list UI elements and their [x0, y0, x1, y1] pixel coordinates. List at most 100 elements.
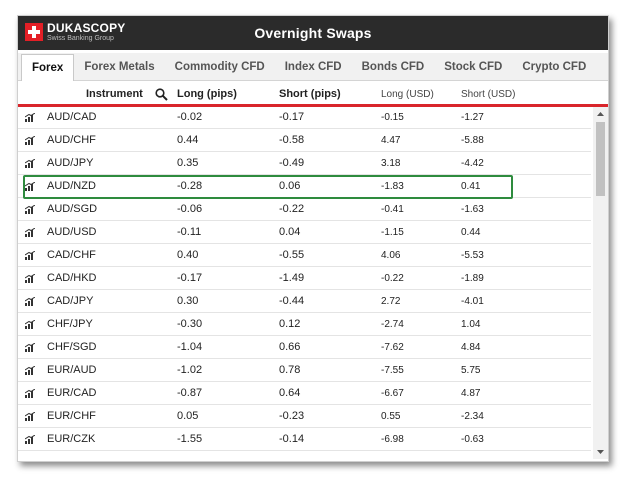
long-usd-cell: -1.83	[381, 181, 404, 192]
short-pips-cell: -1.49	[279, 272, 305, 284]
table-row[interactable]: EUR/AUD -1.02 0.78 -7.55 5.75	[18, 359, 591, 382]
chart-icon[interactable]	[25, 251, 35, 260]
column-short-pips[interactable]: Short (pips)	[279, 88, 341, 100]
brand-name: DUKASCOPY	[47, 21, 126, 35]
column-long-pips[interactable]: Long (pips)	[177, 88, 237, 100]
instrument-cell: AUD/JPY	[47, 157, 94, 169]
chart-icon[interactable]	[25, 113, 35, 122]
chart-icon[interactable]	[25, 412, 35, 421]
instrument-cell: EUR/CAD	[47, 387, 97, 399]
long-pips-cell: -0.87	[177, 387, 203, 399]
long-usd-cell: -0.41	[381, 204, 404, 215]
short-pips-cell: 0.78	[279, 364, 301, 376]
column-short-usd[interactable]: Short (USD)	[461, 89, 515, 100]
short-usd-cell: 0.41	[461, 181, 481, 192]
tab-stock-cfd[interactable]: Stock CFD	[434, 54, 512, 80]
short-usd-cell: 4.84	[461, 342, 481, 353]
chart-icon[interactable]	[25, 182, 35, 191]
chart-icon[interactable]	[25, 435, 35, 444]
tab-commodity-cfd[interactable]: Commodity CFD	[165, 54, 275, 80]
short-pips-cell: -0.49	[279, 157, 305, 169]
long-pips-cell: -0.06	[177, 203, 203, 215]
instrument-cell: CAD/JPY	[47, 295, 94, 307]
tab-forex[interactable]: Forex	[21, 54, 75, 81]
long-usd-cell: -2.74	[381, 319, 404, 330]
chart-icon[interactable]	[25, 274, 35, 283]
table-header: Instrument Long (pips) Short (pips) Long…	[18, 81, 608, 107]
short-usd-cell: -1.89	[461, 273, 484, 284]
instrument-cell: CHF/JPY	[47, 318, 93, 330]
table-row[interactable]: AUD/USD -0.11 0.04 -1.15 0.44	[18, 221, 591, 244]
vertical-scrollbar[interactable]	[593, 107, 608, 459]
table-row[interactable]: CAD/CHF 0.40 -0.55 4.06 -5.53	[18, 244, 591, 267]
instrument-cell: AUD/NZD	[47, 180, 96, 192]
short-pips-cell: 0.12	[279, 318, 301, 330]
scroll-down-arrow-icon[interactable]	[593, 446, 608, 458]
table-row[interactable]: CAD/HKD -0.17 -1.49 -0.22 -1.89	[18, 267, 591, 290]
chart-icon[interactable]	[25, 159, 35, 168]
short-pips-cell: -0.22	[279, 203, 305, 215]
chart-icon[interactable]	[25, 136, 35, 145]
instrument-cell: CAD/CHF	[47, 249, 96, 261]
chart-icon[interactable]	[25, 366, 35, 375]
short-usd-cell: -5.88	[461, 135, 484, 146]
instrument-cell: EUR/CHF	[47, 410, 96, 422]
chart-icon[interactable]	[25, 343, 35, 352]
scrollbar-thumb[interactable]	[596, 122, 605, 196]
short-usd-cell: 4.87	[461, 388, 481, 399]
short-usd-cell: -5.53	[461, 250, 484, 261]
short-pips-cell: 0.06	[279, 180, 301, 192]
table-row[interactable]: CHF/SGD -1.04 0.66 -7.62 4.84	[18, 336, 591, 359]
long-pips-cell: -0.30	[177, 318, 203, 330]
brand-subtitle: Swiss Banking Group	[47, 35, 114, 42]
instrument-cell: AUD/CAD	[47, 111, 97, 123]
long-usd-cell: -6.98	[381, 434, 404, 445]
tab-crypto-cfd[interactable]: Crypto CFD	[512, 54, 596, 80]
title-bar: DUKASCOPY Swiss Banking Group Overnight …	[18, 16, 608, 50]
table-row[interactable]: EUR/CAD -0.87 0.64 -6.67 4.87	[18, 382, 591, 405]
table-row[interactable]: AUD/CAD -0.02 -0.17 -0.15 -1.27	[18, 107, 591, 129]
table-row[interactable]: CAD/JPY 0.30 -0.44 2.72 -4.01	[18, 290, 591, 313]
long-pips-cell: -0.28	[177, 180, 203, 192]
column-instrument[interactable]: Instrument	[86, 88, 143, 100]
short-pips-cell: 0.64	[279, 387, 301, 399]
chart-icon[interactable]	[25, 389, 35, 398]
instrument-cell: EUR/CZK	[47, 433, 96, 445]
column-long-usd[interactable]: Long (USD)	[381, 89, 434, 100]
chart-icon[interactable]	[25, 228, 35, 237]
table-row[interactable]: AUD/SGD -0.06 -0.22 -0.41 -1.63	[18, 198, 591, 221]
search-icon[interactable]	[155, 88, 168, 101]
long-usd-cell: 2.72	[381, 296, 401, 307]
long-pips-cell: 0.05	[177, 410, 199, 422]
table-body: AUD/CAD -0.02 -0.17 -0.15 -1.27 AUD/CHF …	[18, 107, 608, 459]
long-pips-cell: -1.02	[177, 364, 203, 376]
table-row[interactable]: CHF/JPY -0.30 0.12 -2.74 1.04	[18, 313, 591, 336]
tab-bonds-cfd[interactable]: Bonds CFD	[352, 54, 435, 80]
short-usd-cell: 5.75	[461, 365, 481, 376]
short-pips-cell: 0.66	[279, 341, 301, 353]
scroll-up-arrow-icon[interactable]	[593, 108, 608, 120]
short-usd-cell: -0.63	[461, 434, 484, 445]
chart-icon[interactable]	[25, 297, 35, 306]
table-row[interactable]: AUD/NZD -0.28 0.06 -1.83 0.41	[18, 175, 591, 198]
tab-index-cfd[interactable]: Index CFD	[275, 54, 352, 80]
table-row[interactable]: AUD/CHF 0.44 -0.58 4.47 -5.88	[18, 129, 591, 152]
long-usd-cell: -7.62	[381, 342, 404, 353]
dukascopy-logo: DUKASCOPY Swiss Banking Group	[25, 22, 125, 42]
table-row[interactable]: AUD/JPY 0.35 -0.49 3.18 -4.42	[18, 152, 591, 175]
page-title: Overnight Swaps	[254, 25, 372, 41]
short-usd-cell: 0.44	[461, 227, 481, 238]
short-pips-cell: -0.17	[279, 111, 305, 123]
table-row[interactable]: EUR/CHF 0.05 -0.23 0.55 -2.34	[18, 405, 591, 428]
instrument-cell: CHF/SGD	[47, 341, 97, 353]
long-pips-cell: 0.40	[177, 249, 199, 261]
long-usd-cell: 3.18	[381, 158, 401, 169]
instrument-cell: AUD/CHF	[47, 134, 96, 146]
table-row[interactable]: EUR/CZK -1.55 -0.14 -6.98 -0.63	[18, 428, 591, 451]
tab-forex-metals[interactable]: Forex Metals	[74, 54, 164, 80]
short-pips-cell: 0.04	[279, 226, 301, 238]
long-pips-cell: -1.04	[177, 341, 203, 353]
chart-icon[interactable]	[25, 320, 35, 329]
chart-icon[interactable]	[25, 205, 35, 214]
instrument-cell: EUR/AUD	[47, 364, 97, 376]
